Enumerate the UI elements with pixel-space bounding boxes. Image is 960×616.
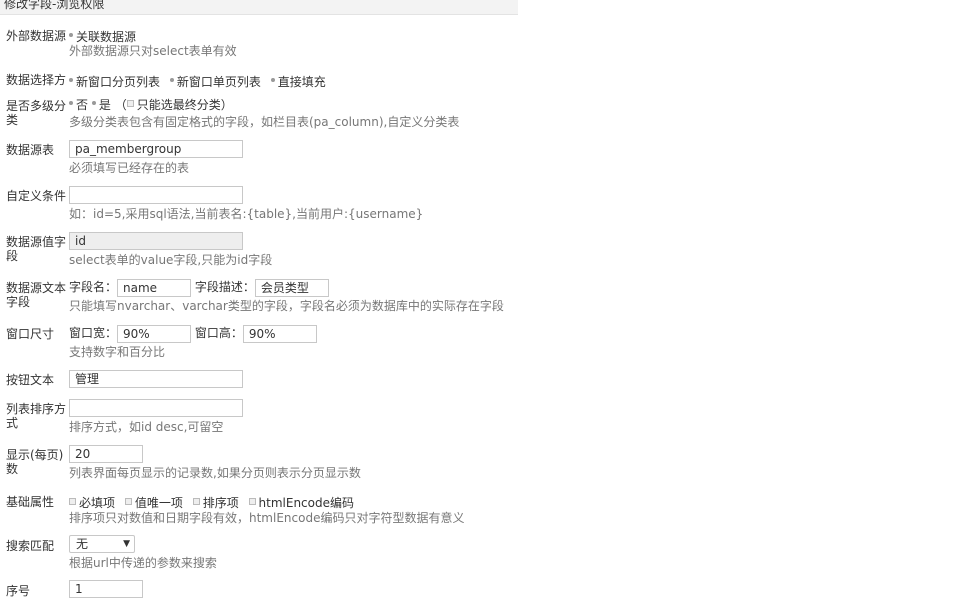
field-desc-input[interactable]: 会员类型 — [254, 278, 329, 297]
window-size-hint: 支持数字和百分比 — [69, 345, 166, 359]
condition-input[interactable] — [69, 186, 243, 204]
select-mode-option-single[interactable]: 新窗口单页列表 — [169, 75, 261, 89]
checkbox-icon — [69, 498, 76, 505]
source-table-label: 数据源表 — [6, 143, 55, 157]
sort-hint: 排序方式，如id desc,可留空 — [69, 420, 224, 434]
basic-hint: 排序项只对数值和日期字段有效，htmlEncode编码只对字符型数据有意义 — [69, 511, 465, 525]
page-title: 修改字段-浏览权限 — [0, 0, 518, 15]
condition-label: 自定义条件 — [6, 189, 67, 203]
sortable-checkbox[interactable]: 排序项 — [192, 496, 239, 510]
basic-label: 基础属性 — [6, 495, 55, 509]
window-width-label: 窗口宽： — [69, 326, 118, 340]
order-label: 序号 — [6, 584, 31, 598]
multilevel-no-radio[interactable]: 否 — [69, 98, 88, 112]
unique-checkbox[interactable]: 值唯一项 — [124, 496, 183, 510]
required-checkbox[interactable]: 必填项 — [69, 496, 115, 510]
radio-dot-icon — [91, 100, 96, 105]
search-match-value: 无 — [76, 537, 89, 551]
multilevel-label: 是否多级分类 — [6, 99, 67, 127]
text-field-label: 数据源文本字段 — [6, 281, 67, 309]
checkbox-icon — [124, 498, 132, 505]
paren-open: （ — [114, 98, 127, 112]
checkbox-icon — [126, 100, 134, 107]
html-encode-checkbox[interactable]: htmlEncode编码 — [248, 496, 354, 510]
window-height-input[interactable]: 90% — [242, 324, 317, 343]
value-field-label: 数据源值字段 — [6, 235, 67, 263]
field-name-input[interactable]: name — [117, 278, 192, 297]
window-width-input[interactable]: 90% — [117, 324, 192, 343]
text-field-hint: 只能填写nvarchar、varchar类型的字段，字段名必须为数据库中的实际存… — [69, 299, 504, 313]
order-input[interactable]: 1 — [69, 580, 143, 598]
button-text-input[interactable]: 管理 — [69, 370, 243, 388]
window-size-label: 窗口尺寸 — [6, 327, 55, 341]
search-hint: 根据url中传递的参数来搜索 — [69, 556, 217, 570]
window-height-label: 窗口高： — [194, 326, 243, 340]
button-text-label: 按钮文本 — [6, 373, 55, 387]
radio-dot-icon — [69, 77, 73, 82]
select-mode-label: 数据选择方 — [6, 73, 67, 87]
multilevel-hint: 多级分类表包含有固定格式的字段，如栏目表(pa_column),自定义分类表 — [69, 115, 460, 129]
search-match-select[interactable]: 无 ▼ — [69, 535, 135, 553]
field-desc-label: 字段描述： — [194, 280, 255, 294]
search-label: 搜索匹配 — [6, 539, 55, 553]
radio-dot-icon — [69, 100, 73, 105]
select-mode-option-paged[interactable]: 新窗口分页列表 — [69, 75, 160, 89]
radio-dot-icon — [69, 32, 73, 37]
value-field-input[interactable]: id — [69, 232, 243, 250]
page-size-input[interactable]: 20 — [69, 445, 143, 463]
leaf-only-checkbox[interactable]: 只能选最终分类 — [126, 98, 221, 112]
checkbox-icon — [248, 498, 256, 505]
radio-dot-icon — [270, 77, 275, 82]
condition-hint: 如：id=5,采用sql语法,当前表名:{table},当前用户:{userna… — [69, 207, 424, 221]
source-table-hint: 必须填写已经存在的表 — [69, 161, 190, 175]
page-size-hint: 列表界面每页显示的记录数,如果分页则表示分页显示数 — [69, 466, 361, 480]
value-field-hint: select表单的value字段,只能为id字段 — [69, 253, 273, 267]
field-name-label: 字段名： — [69, 280, 118, 294]
paren-close: ） — [220, 98, 233, 112]
external-source-hint: 外部数据源只对select表单有效 — [69, 44, 237, 58]
checkbox-icon — [192, 498, 200, 505]
multilevel-yes-radio[interactable]: 是 — [91, 98, 111, 112]
multilevel-options: 否 是 （只能选最终分类） — [69, 96, 233, 113]
select-mode-options: 新窗口分页列表 新窗口单页列表 直接填充 — [69, 73, 332, 90]
radio-dot-icon — [169, 77, 174, 82]
chevron-down-icon: ▼ — [123, 539, 130, 549]
sort-input[interactable] — [69, 399, 243, 417]
source-table-input[interactable]: pa_membergroup — [69, 140, 243, 158]
sort-label: 列表排序方式 — [6, 402, 67, 430]
select-mode-option-fill[interactable]: 直接填充 — [270, 75, 326, 89]
page-size-label: 显示(每页)数 — [6, 448, 64, 476]
external-source-label: 外部数据源 — [6, 29, 67, 43]
